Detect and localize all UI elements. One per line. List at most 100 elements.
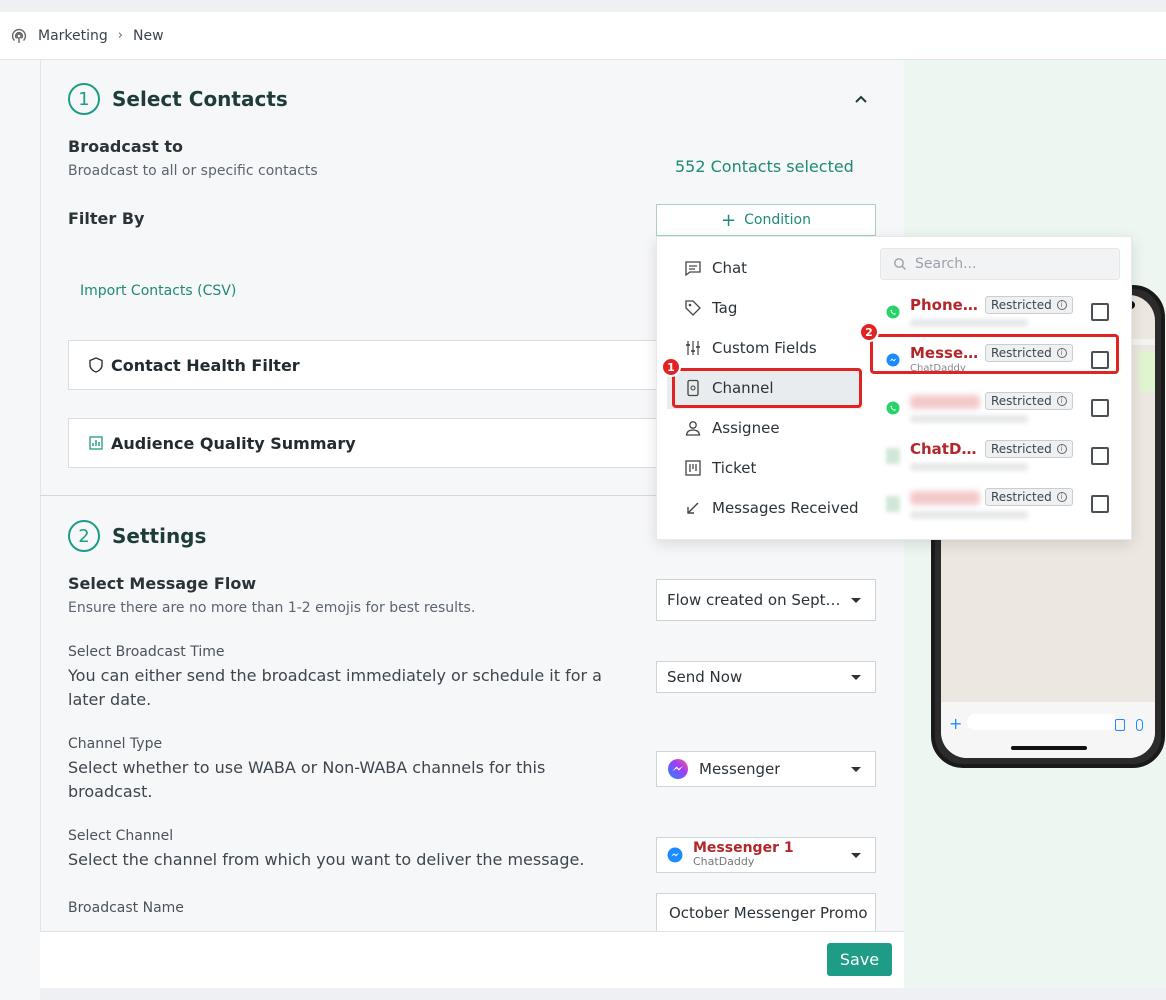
add-condition-button[interactable]: + Condition: [656, 204, 876, 236]
channel-checkbox[interactable]: [1091, 495, 1109, 513]
annotation-badge-2: 2: [859, 322, 879, 342]
whatsapp-icon: [886, 305, 900, 319]
menu-item-chat[interactable]: Chat: [684, 250, 864, 286]
search-placeholder: Search...: [915, 256, 977, 272]
channel-icon-blurred: [886, 448, 900, 464]
message-flow-desc: Ensure there are no more than 1-2 emojis…: [68, 600, 476, 616]
message-bubble: [1139, 351, 1155, 391]
chat-icon: [685, 261, 701, 277]
breadcrumb-current: New: [132, 27, 164, 44]
restricted-badge-label: Restricted: [991, 490, 1052, 504]
info-icon: i: [1056, 444, 1067, 454]
sliders-icon: [686, 341, 700, 355]
channel-icon-blurred: [886, 496, 900, 512]
info-icon: i: [1056, 492, 1067, 502]
message-flow-select[interactable]: Flow created on Septe...: [656, 579, 876, 621]
select-channel-desc: Select the channel from which you want t…: [68, 850, 585, 869]
broadcast-name-input[interactable]: October Messenger Promo: [656, 893, 876, 931]
chart-icon: [89, 436, 103, 450]
top-bar: Marketing › New: [0, 12, 1166, 60]
messenger-icon: [667, 847, 683, 863]
arrow-down-left-icon: [687, 502, 699, 514]
select-channel-select[interactable]: Messenger 1 ChatDaddy: [656, 837, 876, 873]
broadcast-to-desc: Broadcast to all or specific contacts: [68, 163, 318, 179]
broadcast-time-desc: You can either send the broadcast immedi…: [68, 666, 602, 709]
channel-sub-blurred: [910, 511, 1028, 519]
breadcrumb-root[interactable]: Marketing: [38, 28, 108, 44]
restricted-badge: Restricted i: [985, 296, 1073, 314]
contact-health-filter-label: Contact Health Filter: [111, 355, 300, 375]
whatsapp-icon: [886, 401, 900, 415]
add-condition-label: Condition: [744, 212, 811, 228]
menu-item-ticket[interactable]: Ticket: [684, 450, 864, 486]
messenger-icon: [668, 759, 688, 779]
broadcast-name-label: Broadcast Name: [68, 900, 184, 916]
restricted-badge: Restricted i: [985, 488, 1073, 506]
channel-search-input[interactable]: Search...: [880, 248, 1120, 280]
message-flow-value: Flow created on Septe...: [667, 591, 845, 609]
channel-type-label: Channel Type: [68, 736, 163, 752]
search-icon: [894, 258, 906, 270]
channel-type-desc: Select whether to use WABA or Non-WABA c…: [68, 758, 546, 801]
audience-quality-summary-accordion[interactable]: Audience Quality Summary: [68, 418, 668, 468]
select-channel-value-group: Messenger 1 ChatDaddy: [693, 840, 794, 868]
channel-sub-blurred: [910, 415, 1028, 423]
channel-type-select[interactable]: Messenger: [656, 751, 876, 787]
info-icon: i: [1056, 396, 1067, 406]
form-footer: [40, 931, 904, 988]
save-button[interactable]: Save: [827, 943, 892, 976]
ticket-icon: [685, 460, 701, 476]
broadcast-time-select[interactable]: Send Now: [656, 661, 876, 693]
menu-item-label: Ticket: [712, 459, 757, 477]
microphone-icon: [1136, 719, 1143, 731]
restricted-badge-label: Restricted: [991, 394, 1052, 408]
annotation-highlight-2: [870, 334, 1119, 374]
menu-item-tag[interactable]: Tag: [684, 290, 864, 326]
camera-icon: [1115, 719, 1125, 731]
plus-icon: +: [949, 714, 963, 733]
menu-item-assignee[interactable]: Assignee: [684, 410, 864, 446]
caret-down-icon: [851, 598, 861, 603]
step-1-indicator: 1: [68, 83, 100, 115]
broadcast-icon: [11, 28, 27, 43]
broadcast-time-value: Send Now: [667, 668, 743, 686]
channel-name-blurred: [910, 395, 980, 409]
step-2-indicator: 2: [68, 520, 100, 552]
channel-name-blurred: [910, 491, 980, 505]
channel-checkbox[interactable]: [1091, 399, 1109, 417]
contact-health-filter-accordion[interactable]: Contact Health Filter: [68, 340, 668, 390]
person-icon: [685, 421, 701, 436]
chevron-up-icon[interactable]: [854, 94, 868, 104]
menu-item-label: Tag: [712, 299, 738, 317]
message-input: [967, 714, 1117, 730]
channel-checkbox[interactable]: [1091, 303, 1109, 321]
restricted-badge: Restricted i: [985, 392, 1073, 410]
info-icon: i: [1056, 300, 1067, 310]
channel-sub-blurred: [910, 319, 1028, 327]
section-select-contacts-title: Select Contacts: [112, 87, 288, 111]
menu-item-label: Chat: [712, 259, 748, 277]
select-channel-sub: ChatDaddy: [693, 855, 755, 868]
caret-down-icon: [851, 853, 861, 858]
broadcast-time-label: Select Broadcast Time: [68, 644, 225, 660]
menu-item-label: Messages Received: [712, 499, 859, 517]
shield-icon: [89, 357, 103, 373]
channel-name: ChatDa...: [910, 440, 982, 458]
annotation-badge-1: 1: [661, 357, 681, 377]
contacts-selected-count[interactable]: 552 Contacts selected: [675, 157, 854, 176]
select-channel-label: Select Channel: [68, 828, 174, 844]
channel-sub-blurred: [910, 463, 1028, 471]
channel-type-value: Messenger: [699, 760, 781, 778]
section-settings-title: Settings: [112, 524, 207, 548]
restricted-badge: Restricted i: [985, 440, 1073, 458]
filter-by-label: Filter By: [68, 209, 145, 228]
menu-item-messages-received[interactable]: Messages Received: [684, 490, 864, 526]
channel-checkbox[interactable]: [1091, 447, 1109, 465]
plus-icon: +: [721, 209, 737, 231]
tag-icon: [685, 300, 701, 316]
menu-item-custom-fields[interactable]: Custom Fields: [684, 330, 864, 366]
import-contacts-link[interactable]: Import Contacts (CSV): [80, 283, 236, 299]
channel-name: Phone 1 ...: [910, 296, 982, 314]
message-flow-label: Select Message Flow: [68, 574, 257, 593]
select-channel-value: Messenger 1: [693, 840, 794, 856]
